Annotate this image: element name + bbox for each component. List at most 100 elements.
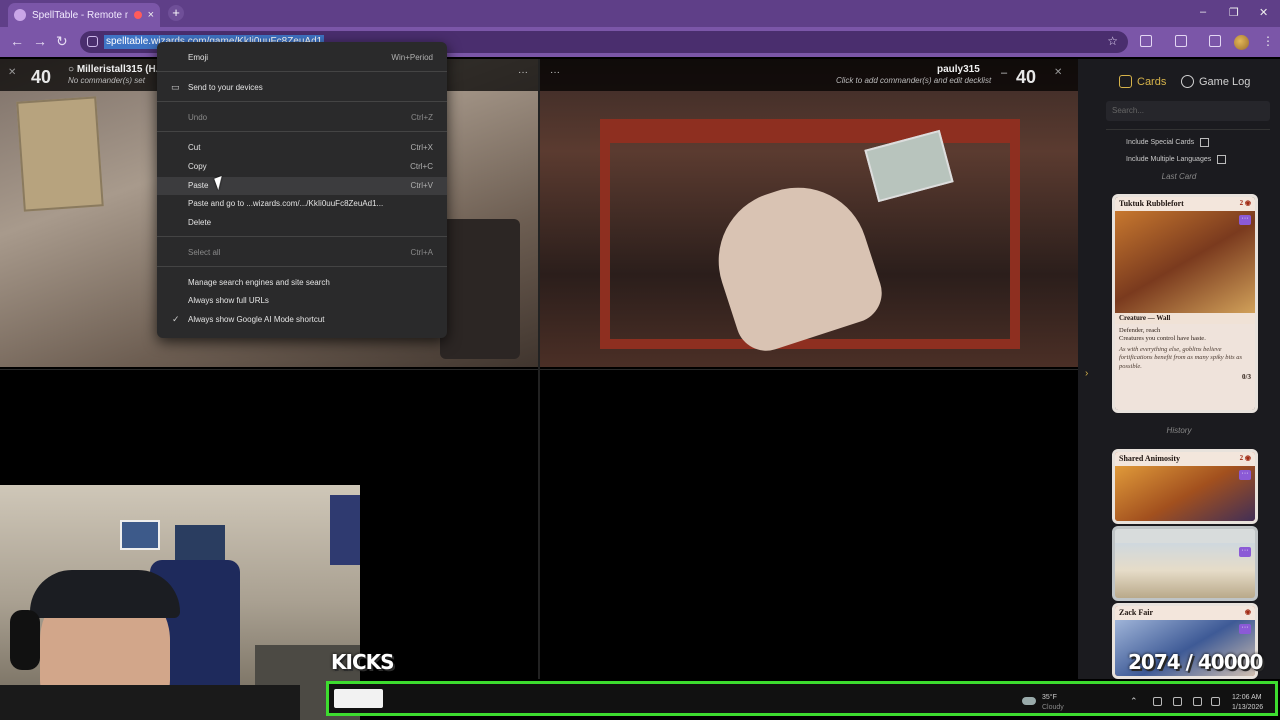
history-card-title: Zack Fair ◉	[1115, 606, 1255, 620]
keyboard-icon[interactable]	[1173, 697, 1182, 706]
menu-label: Send to your devices	[188, 83, 263, 92]
new-tab-button[interactable]: +	[168, 5, 184, 21]
card-title-bar: Tuktuk Rubblefort 2 ◉	[1115, 197, 1255, 211]
player1-menu-button[interactable]: ···	[518, 67, 528, 78]
player2-header: ··· pauly315 Click to add commander(s) a…	[540, 59, 1078, 91]
menu-shortcut: Ctrl+V	[410, 181, 433, 190]
volume-icon[interactable]	[1211, 697, 1220, 706]
history-card-1[interactable]: Shared Animosity 2 ◉ ···	[1112, 449, 1258, 524]
mana-cost: 2 ◉	[1239, 199, 1251, 207]
weather-temp[interactable]: 35°F	[1042, 694, 1057, 701]
tab-game-log-label: Game Log	[1199, 75, 1251, 88]
tab-cards[interactable]: Cards	[1119, 75, 1166, 88]
player2-menu-button[interactable]: ···	[550, 67, 560, 78]
menu-item-select-all[interactable]: Select all Ctrl+A	[157, 244, 447, 262]
life-minus-button[interactable]: –	[1001, 67, 1007, 79]
history-card-name: Shared Animosity	[1119, 454, 1180, 463]
menu-label: Paste and go to ...wizards.com/.../KkIi0…	[188, 199, 384, 208]
clock-date[interactable]: 1/13/2026	[1232, 704, 1263, 711]
player2-life[interactable]: 40	[1016, 67, 1036, 88]
tab-title: SpellTable - Remote magic	[32, 9, 128, 21]
include-multilang-checkbox[interactable]	[1217, 155, 1227, 164]
bookmark-star-icon[interactable]: ☆	[1107, 34, 1118, 48]
include-special-toggle[interactable]: Include Special Cards	[1126, 138, 1210, 147]
menu-shortcut: Win+Period	[391, 53, 433, 62]
panel-divider	[1106, 129, 1270, 130]
tab-game-log[interactable]: Game Log	[1181, 75, 1250, 88]
network-icon[interactable]	[1193, 697, 1202, 706]
reload-button[interactable]: ↻	[56, 33, 68, 50]
menu-separator	[157, 71, 447, 72]
card-menu-button[interactable]: ···	[1239, 624, 1251, 634]
card-menu-button[interactable]: ···	[1239, 470, 1251, 480]
card-rules-2: Creatures you control have haste.	[1119, 335, 1206, 343]
menu-shortcut: Ctrl+X	[410, 143, 433, 152]
media-icon[interactable]	[1175, 35, 1187, 47]
menu-item-delete[interactable]: Delete	[157, 214, 447, 232]
tab-close-icon[interactable]: ×	[148, 9, 154, 21]
player2-video[interactable]: ··· pauly315 Click to add commander(s) a…	[540, 59, 1078, 367]
card-on-table	[16, 96, 104, 212]
card-menu-button[interactable]: ···	[1239, 215, 1251, 225]
menu-item-manage-search-engines[interactable]: Manage search engines and site search	[157, 274, 447, 292]
microphone-icon[interactable]	[1153, 697, 1162, 706]
history-card-name: Zack Fair	[1119, 608, 1153, 617]
tray-overflow-icon[interactable]: ⌃	[1130, 696, 1138, 707]
include-multilang-toggle[interactable]: Include Multiple Languages	[1126, 155, 1227, 164]
last-card[interactable]: Tuktuk Rubblefort 2 ◉ Creature — Wall De…	[1112, 194, 1258, 413]
site-info-icon[interactable]	[87, 36, 98, 47]
menu-item-send-to-devices[interactable]: ▭ Send to your devices	[157, 79, 447, 97]
history-card-2[interactable]: ···	[1112, 526, 1258, 601]
maximize-button[interactable]: ❐	[1229, 6, 1239, 19]
mute-icon[interactable]: ✕	[1054, 67, 1062, 78]
menu-item-ai-mode-shortcut[interactable]: ✓ Always show Google AI Mode shortcut	[157, 311, 447, 329]
player2-name[interactable]: pauly315	[937, 64, 980, 75]
player1-life[interactable]: 40	[31, 67, 51, 88]
menu-label: Manage search engines and site search	[188, 278, 330, 287]
back-button[interactable]: ←	[10, 33, 24, 49]
menu-item-paste[interactable]: Paste Ctrl+V	[157, 177, 447, 195]
include-special-checkbox[interactable]	[1200, 138, 1210, 147]
close-window-button[interactable]: ✕	[1259, 6, 1268, 19]
expand-panel-arrow-icon[interactable]: ›	[1085, 368, 1088, 379]
card-menu-button[interactable]: ···	[1239, 547, 1251, 557]
include-special-label: Include Special Cards	[1126, 139, 1195, 146]
weather-condition[interactable]: Cloudy	[1042, 704, 1064, 711]
mute-icon[interactable]: ✕	[8, 67, 16, 78]
card-art	[1115, 211, 1255, 313]
browser-menu-icon[interactable]: ⋮	[1262, 34, 1274, 48]
spelltable-favicon-icon	[14, 9, 26, 21]
tab-strip: SpellTable - Remote magic × + – ❐ ✕	[0, 0, 1280, 27]
player1-name[interactable]: ○ Milleristall315 (H...	[68, 64, 164, 75]
menu-label: Copy	[188, 162, 207, 171]
player2-commander[interactable]: Click to add commander(s) and edit deckl…	[836, 76, 991, 85]
clock-icon	[1181, 75, 1194, 88]
history-heading: History	[1166, 426, 1192, 435]
menu-item-paste-and-go[interactable]: Paste and go to ...wizards.com/.../KkIi0…	[157, 195, 447, 213]
menu-item-undo[interactable]: Undo Ctrl+Z	[157, 109, 447, 127]
menu-label: Emoji	[188, 53, 209, 62]
empty-seat-4	[540, 369, 1078, 679]
weather-cloud-icon[interactable]	[1022, 697, 1036, 705]
player1-commander[interactable]: No commander(s) set	[68, 76, 145, 85]
menu-item-copy[interactable]: Copy Ctrl+C	[157, 158, 447, 176]
minimize-button[interactable]: –	[1200, 6, 1206, 18]
menu-shortcut: Ctrl+C	[410, 162, 433, 171]
browser-tab[interactable]: SpellTable - Remote magic ×	[8, 3, 160, 27]
menu-shortcut: Ctrl+A	[410, 248, 433, 257]
menu-separator	[157, 101, 447, 102]
cap	[30, 570, 180, 618]
reading-list-icon[interactable]	[1209, 35, 1221, 47]
card-search-input[interactable]: Search...	[1106, 101, 1270, 121]
extensions-icon[interactable]	[1140, 35, 1152, 47]
wall-poster	[330, 495, 360, 565]
forward-button[interactable]: →	[33, 33, 47, 49]
menu-item-emoji[interactable]: Emoji Win+Period	[157, 49, 447, 67]
deck-box	[440, 219, 520, 359]
menu-label: Undo	[188, 113, 208, 122]
menu-item-cut[interactable]: Cut Ctrl+X	[157, 139, 447, 157]
profile-avatar[interactable]	[1234, 35, 1249, 50]
menu-separator	[157, 236, 447, 237]
clock-time[interactable]: 12:06 AM	[1232, 694, 1262, 701]
menu-item-show-full-urls[interactable]: Always show full URLs	[157, 292, 447, 310]
